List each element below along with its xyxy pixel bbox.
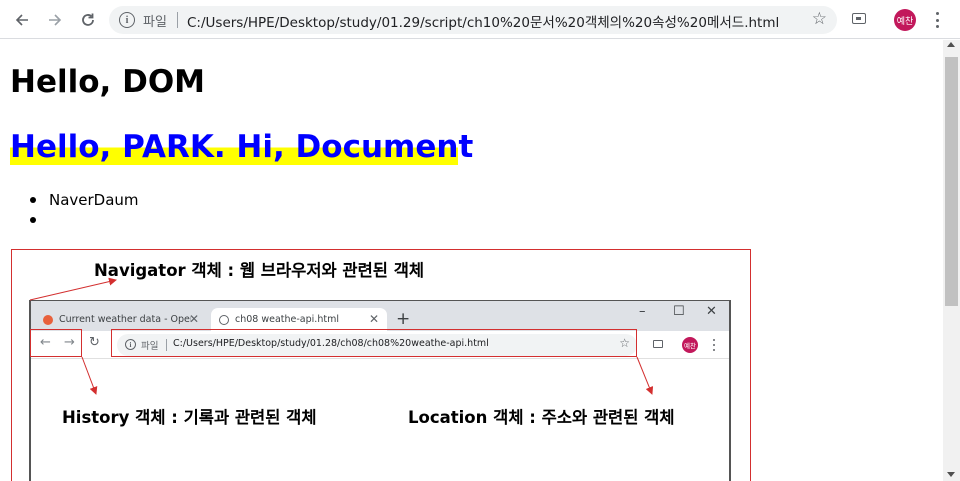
bom-diagram-image: Navigator 객체 : 웹 브라우저와 관련된 객체 Current we… (11, 249, 751, 481)
list-item (30, 210, 139, 230)
scheme-label: 파일 (143, 15, 167, 30)
scroll-down-icon[interactable] (947, 472, 955, 477)
location-highlight-box (111, 329, 637, 357)
scroll-up-icon[interactable] (947, 42, 955, 47)
location-label: Location 객체 : 주소와 관련된 객체 (408, 408, 675, 427)
cast-icon (653, 340, 663, 348)
weather-favicon-icon (43, 314, 53, 325)
history-label: History 객체 : 기록과 관련된 객체 (62, 408, 317, 427)
close-icon: ✕ (368, 312, 379, 326)
globe-icon (219, 314, 229, 325)
url-text[interactable]: C:/Users/HPE/Desktop/study/01.29/script/… (187, 11, 779, 31)
star-icon[interactable]: ☆ (812, 9, 827, 29)
navigator-label: Navigator 객체 : 웹 브라우저와 관련된 객체 (94, 261, 425, 280)
highlighted-text: Hello, PARK. Hi, Documen (10, 129, 459, 165)
reload-icon: ↻ (89, 335, 100, 350)
mini-tab-bar: Current weather data - OpenWe ✕ ch08 wea… (31, 301, 729, 331)
heading-hello-dom: Hello, DOM (10, 64, 206, 100)
close-window-icon: ✕ (706, 304, 717, 319)
avatar: 예찬 (682, 337, 698, 353)
kebab-menu-icon (711, 337, 717, 353)
close-icon: ✕ (188, 312, 199, 326)
reload-icon[interactable] (76, 8, 100, 32)
list-item: NaverDaum (30, 190, 139, 210)
browser-toolbar: i 파일 C:/Users/HPE/Desktop/study/01.29/sc… (0, 0, 960, 39)
address-bar[interactable]: i 파일 C:/Users/HPE/Desktop/study/01.29/sc… (109, 6, 837, 34)
cast-icon[interactable] (852, 13, 866, 24)
avatar[interactable]: 예찬 (894, 9, 916, 31)
page-viewport: Hello, DOM Hello, PARK. Hi, Document Nav… (0, 40, 943, 481)
omnibox-divider (177, 12, 178, 28)
embedded-browser-screenshot: Current weather data - OpenWe ✕ ch08 wea… (29, 300, 731, 481)
heading-hello-park: Hello, PARK. Hi, Document (10, 129, 473, 165)
navigator-arrow (29, 277, 117, 301)
minimize-icon: – (639, 304, 646, 319)
scrollbar-thumb[interactable] (945, 57, 958, 306)
kebab-menu-icon[interactable] (930, 9, 944, 31)
bullet-list: NaverDaum (30, 190, 139, 230)
plus-icon: + (396, 309, 411, 329)
heading-tail-text: t (458, 129, 474, 165)
info-icon[interactable]: i (119, 12, 135, 28)
mini-tab-1: Current weather data - OpenWe ✕ (35, 308, 207, 331)
history-highlight-box (30, 329, 82, 357)
vertical-scrollbar[interactable] (943, 40, 960, 481)
mini-tab-2: ch08 weathe-api.html ✕ (211, 308, 387, 331)
back-arrow-icon[interactable] (10, 8, 34, 32)
maximize-icon: ☐ (673, 304, 685, 319)
forward-arrow-icon[interactable] (43, 8, 67, 32)
